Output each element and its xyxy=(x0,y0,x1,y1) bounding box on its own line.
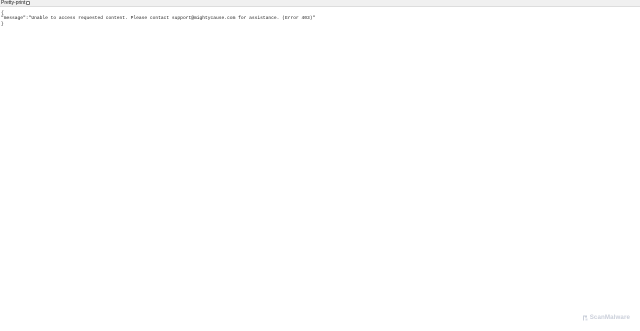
json-line: } xyxy=(1,21,4,27)
watermark-text: ScanMalware xyxy=(589,314,630,321)
watermark: ScanMalware xyxy=(582,314,630,321)
pretty-print-bar: Pretty-print xyxy=(0,0,640,7)
pretty-print-checkbox[interactable] xyxy=(26,1,31,5)
pretty-print-label: Pretty-print xyxy=(1,0,26,6)
json-line: "message":"Unable to access requested co… xyxy=(1,16,316,22)
scanmalware-logo-icon xyxy=(582,315,588,321)
json-content: { "message":"Unable to access requested … xyxy=(1,11,315,27)
browser-json-viewer: Pretty-print { "message":"Unable to acce… xyxy=(0,0,640,331)
